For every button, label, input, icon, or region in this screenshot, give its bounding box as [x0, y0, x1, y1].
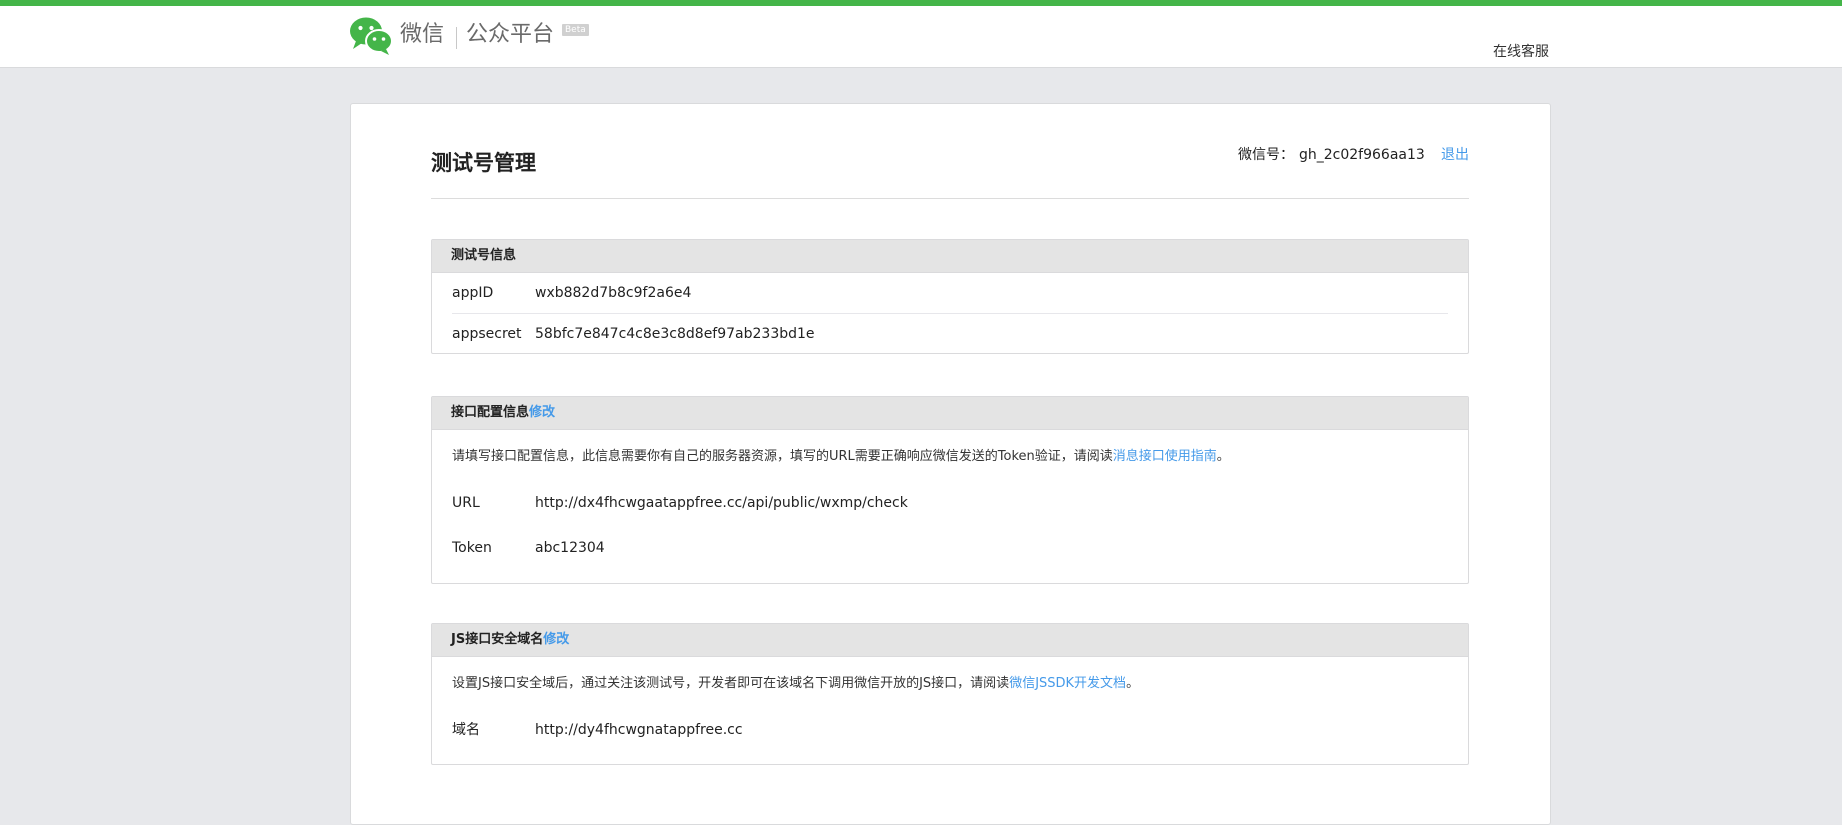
online-service-link[interactable]: 在线客服: [1493, 43, 1549, 61]
domain-label: 域名: [452, 722, 480, 738]
url-label: URL: [452, 495, 480, 511]
appsecret-row: appsecret 58bfc7e847c4c8e3c8d8ef97ab233b…: [452, 314, 1448, 354]
domain-row: 域名 http://dy4fhcwgnatappfree.cc: [452, 710, 1448, 750]
appid-value: wxb882d7b8c9f2a6e4: [535, 285, 692, 301]
url-row: URL http://dx4fhcwgaatappfree.cc/api/pub…: [452, 483, 1448, 523]
token-label: Token: [452, 540, 492, 556]
test-account-info-header: 测试号信息: [432, 240, 1468, 273]
account-label: 微信号：: [1238, 147, 1294, 163]
brand-separator: [456, 27, 457, 49]
interface-config-description: 请填写接口配置信息，此信息需要你有自己的服务器资源，填写的URL需要正确响应微信…: [452, 430, 1448, 467]
top-header: 微信 公众平台 Beta 在线客服: [0, 6, 1842, 68]
logout-link[interactable]: 退出: [1441, 146, 1469, 164]
js-domain-description: 设置JS接口安全域后，通过关注该测试号，开发者即可在该域名下调用微信开放的JS接…: [452, 657, 1448, 694]
interface-config-header: 接口配置信息修改: [432, 397, 1468, 430]
message-api-guide-link[interactable]: 消息接口使用指南: [1113, 449, 1217, 464]
url-value: http://dx4fhcwgaatappfree.cc/api/public/…: [535, 495, 908, 511]
token-value: abc12304: [535, 540, 605, 556]
description-text: 设置JS接口安全域后，通过关注该测试号，开发者即可在该域名下调用微信开放的JS接…: [452, 676, 1010, 691]
appsecret-label: appsecret: [452, 326, 522, 342]
test-account-info-panel: 测试号信息 appID wxb882d7b8c9f2a6e4 appsecret…: [431, 239, 1469, 354]
panel-title: 测试号信息: [451, 248, 517, 263]
jssdk-docs-link[interactable]: 微信JSSDK开发文档: [1009, 676, 1126, 691]
appid-row: appID wxb882d7b8c9f2a6e4: [452, 273, 1448, 314]
panel-title: 接口配置信息: [451, 405, 530, 420]
domain-value: http://dy4fhcwgnatappfree.cc: [535, 722, 743, 738]
edit-interface-config-link[interactable]: 修改: [529, 405, 555, 420]
page-title: 测试号管理: [431, 151, 536, 175]
wechat-logo-icon[interactable]: [349, 16, 393, 56]
brand-platform: 公众平台: [466, 22, 555, 47]
js-domain-panel: JS接口安全域名修改 设置JS接口安全域后，通过关注该测试号，开发者即可在该域名…: [431, 623, 1469, 765]
description-period: 。: [1216, 449, 1230, 464]
title-divider: [431, 198, 1469, 199]
description-period: 。: [1126, 676, 1140, 691]
appid-label: appID: [452, 285, 494, 301]
brand-wechat: 微信: [400, 22, 445, 47]
description-text: 请填写接口配置信息，此信息需要你有自己的服务器资源，填写的URL需要正确响应微信…: [452, 449, 1113, 464]
appsecret-value: 58bfc7e847c4c8e3c8d8ef97ab233bd1e: [535, 326, 815, 342]
account-id: gh_2c02f966aa13: [1299, 147, 1425, 163]
edit-js-domain-link[interactable]: 修改: [543, 632, 569, 647]
beta-badge: Beta: [562, 24, 589, 36]
interface-config-panel: 接口配置信息修改 请填写接口配置信息，此信息需要你有自己的服务器资源，填写的UR…: [431, 396, 1469, 584]
main-card: 测试号管理 微信号： gh_2c02f966aa13 退出 测试号信息 appI…: [350, 103, 1551, 825]
js-domain-header: JS接口安全域名修改: [432, 624, 1468, 657]
panel-title: JS接口安全域名: [451, 632, 544, 647]
token-row: Token abc12304: [452, 528, 1448, 568]
